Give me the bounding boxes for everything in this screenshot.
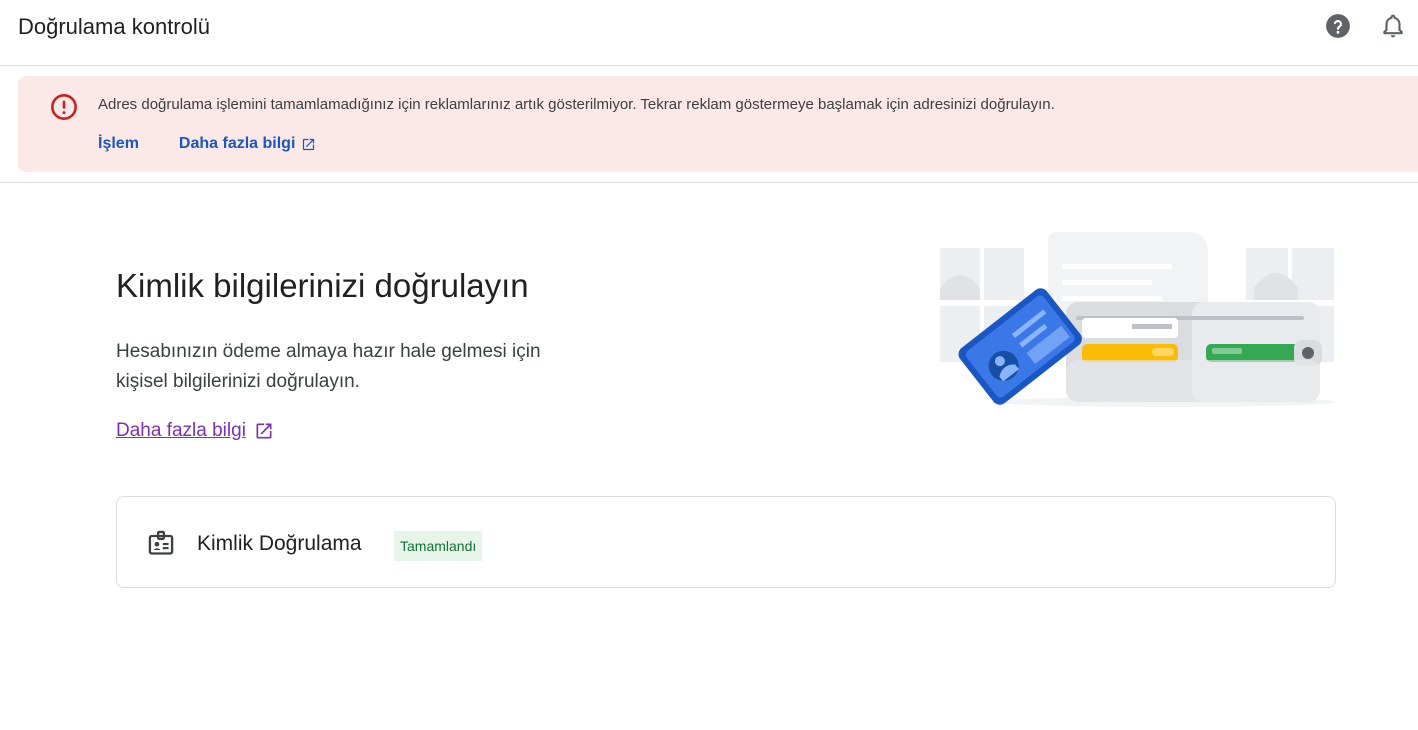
section-title: Kimlik bilgilerinizi doğrulayın	[116, 267, 529, 304]
alert-message: Adres doğrulama işlemini tamamlamadığını…	[98, 96, 1055, 113]
identity-verification-card[interactable]: Kimlik Doğrulama Tamamlandı	[116, 496, 1336, 588]
external-link-icon	[303, 138, 315, 150]
learn-more-label: Daha fazla bilgi	[116, 420, 246, 441]
alert-learn-more-link[interactable]: Daha fazla bilgi	[179, 135, 316, 153]
alert-action-link[interactable]: İşlem	[98, 135, 139, 153]
error-alert-banner: Adres doğrulama işlemini tamamlamadığını…	[18, 76, 1418, 172]
error-icon	[51, 94, 77, 120]
card-title: Kimlik Doğrulama	[197, 532, 362, 555]
id-badge-icon	[148, 530, 174, 555]
page-title: Doğrulama kontrolü	[18, 14, 210, 39]
alert-learn-more-label: Daha fazla bilgi	[178, 135, 296, 152]
wallet-id-card-illustration	[940, 232, 1336, 407]
external-link-icon	[256, 423, 272, 439]
help-circle-icon[interactable]	[1325, 13, 1351, 39]
alert-actions: İşlem Daha fazla bilgi	[98, 132, 316, 156]
learn-more-link[interactable]: Daha fazla bilgi	[116, 419, 274, 443]
bell-icon[interactable]	[1380, 13, 1406, 39]
status-badge: Tamamlandı	[394, 531, 483, 561]
section-description: Hesabınızın ödeme almaya hazır hale gelm…	[116, 341, 541, 392]
top-bar: Doğrulama kontrolü	[0, 0, 1418, 66]
alert-action-label: İşlem	[98, 135, 139, 152]
section-divider	[0, 182, 1418, 183]
